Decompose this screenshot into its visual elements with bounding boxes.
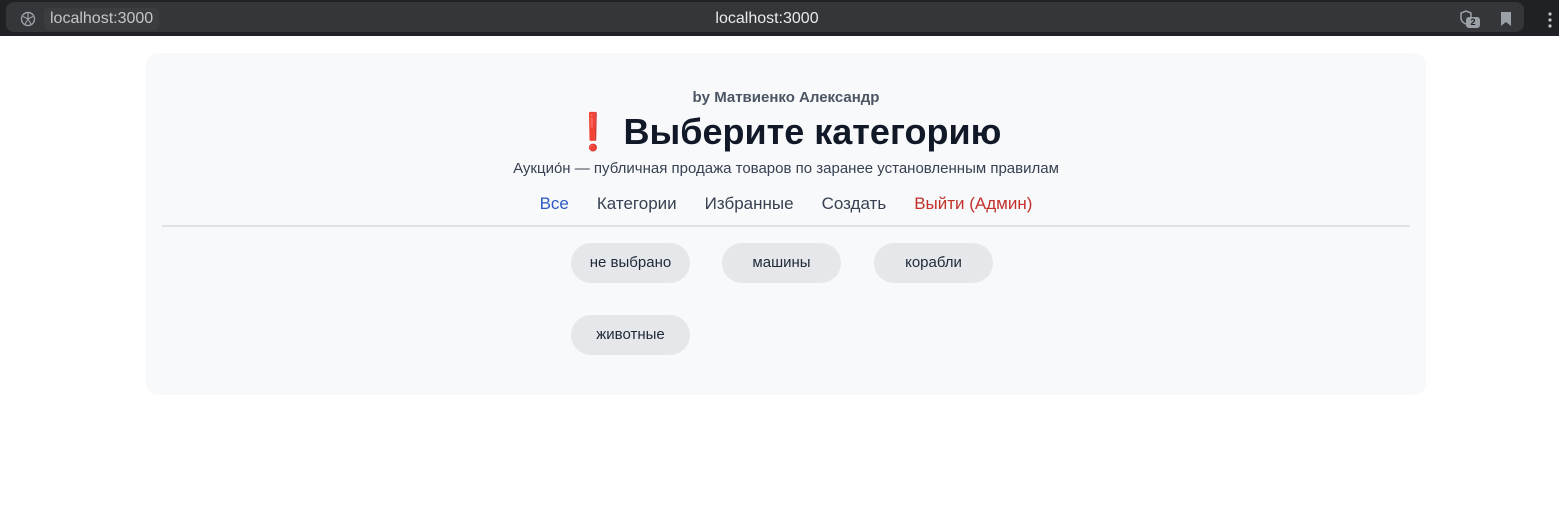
- author-line: by Матвиенко Александр: [692, 89, 880, 106]
- page-subtitle: Аукцио́н — публичная продажа товаров по …: [513, 160, 1059, 177]
- nav-item-favorites[interactable]: Избранные: [705, 192, 794, 216]
- category-chip-cars[interactable]: машины: [722, 243, 841, 283]
- category-chip-animals[interactable]: животные: [571, 315, 690, 355]
- nav-item-create[interactable]: Создать: [822, 192, 887, 216]
- nav-item-all[interactable]: Все: [540, 192, 569, 216]
- extension-badge: 2: [1466, 17, 1480, 28]
- exclamation-icon: ❗: [570, 111, 616, 152]
- browser-toolbar: localhost:3000 localhost:3000 2: [0, 0, 1559, 36]
- nav-item-logout[interactable]: Выйти (Админ): [914, 192, 1032, 216]
- nav-item-categories[interactable]: Категории: [597, 192, 677, 216]
- page-title-text: Выберите категорию: [623, 111, 1002, 152]
- bookmark-icon[interactable]: [1500, 12, 1512, 26]
- address-text[interactable]: localhost:3000: [6, 9, 1528, 29]
- address-bar[interactable]: localhost:3000 localhost:3000 2: [6, 2, 1552, 32]
- kebab-menu-icon[interactable]: [1547, 11, 1553, 29]
- nav-divider: [162, 225, 1410, 227]
- main-card: by Матвиенко Александр ❗ Выберите категор…: [146, 53, 1426, 395]
- category-chip-none[interactable]: не выбрано: [571, 243, 690, 283]
- page-title: ❗ Выберите категорию: [146, 109, 1426, 155]
- main-nav: Все Категории Избранные Создать Выйти (Админ…: [146, 192, 1426, 216]
- category-chip-ships[interactable]: корабли: [874, 243, 993, 283]
